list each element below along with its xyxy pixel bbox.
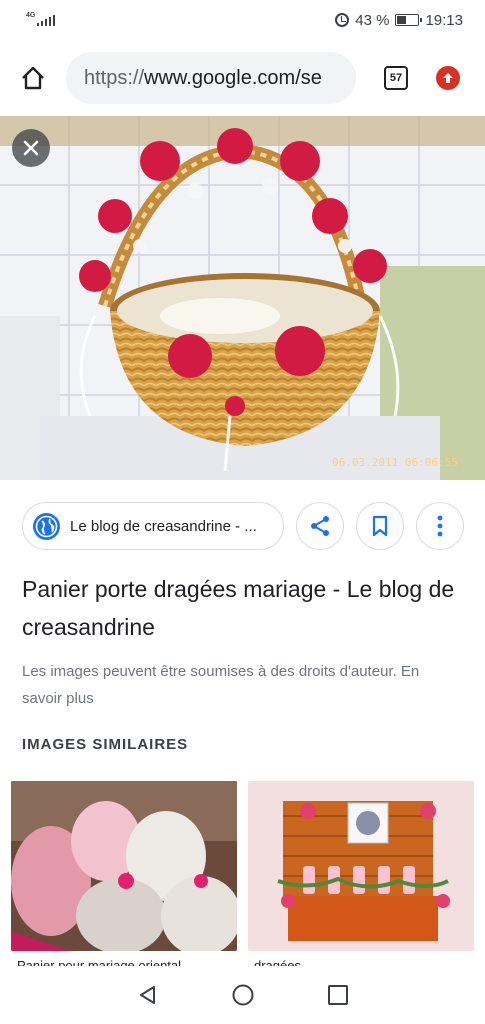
more-vert-icon <box>437 515 443 537</box>
home-nav-button[interactable] <box>229 981 257 1009</box>
back-triangle-icon <box>139 986 155 1004</box>
battery-percent: 43 % <box>355 11 390 29</box>
circle-icon <box>232 984 253 1006</box>
url-field[interactable]: https://www.google.com/se <box>66 52 356 104</box>
image-date-stamp: 06.03.2011 06:06:55 <box>332 456 458 469</box>
tab-switcher-button[interactable]: 57 <box>384 66 408 90</box>
url-scheme: https:// <box>84 66 145 89</box>
similar-caption-1[interactable]: Panier pour mariage oriental <box>17 958 227 966</box>
similar-photo-1 <box>11 781 237 951</box>
system-nav-bar <box>0 966 485 1024</box>
similar-photo-2 <box>248 781 474 951</box>
basket-photo: 06.03.2011 06:06:55 <box>0 116 485 480</box>
network-type: 4G <box>26 11 36 19</box>
more-options-button[interactable] <box>416 502 464 550</box>
alarm-icon <box>335 13 350 27</box>
square-icon <box>327 985 348 1005</box>
bookmark-icon <box>372 515 388 537</box>
tab-count: 57 <box>389 72 403 84</box>
clock: 19:13 <box>425 11 463 29</box>
similar-image-1[interactable] <box>11 781 237 951</box>
browser-toolbar: https://www.google.com/se 57 <box>0 40 485 116</box>
home-button[interactable] <box>18 63 48 93</box>
globe-icon <box>33 512 60 540</box>
close-icon <box>23 140 39 156</box>
save-button[interactable] <box>356 502 404 550</box>
arrow-up-icon <box>443 73 453 83</box>
signal-icon <box>37 14 56 26</box>
copyright-notice[interactable]: Les images peuvent être soumises à des d… <box>22 658 462 712</box>
share-button[interactable] <box>296 502 344 550</box>
similar-caption-2[interactable]: dragées <box>254 958 454 966</box>
similar-image-2[interactable] <box>248 781 474 951</box>
source-row: Le blog de creasandrine - ... <box>22 502 467 550</box>
result-title[interactable]: Panier porte dragées mariage - Le blog d… <box>22 570 462 646</box>
recents-button[interactable] <box>324 981 352 1009</box>
status-bar: 4G 43 % 19:13 <box>0 0 485 40</box>
url-text: www.google.com/se <box>144 66 322 89</box>
signal-area: 4G <box>26 11 56 26</box>
source-label: Le blog de creasandrine - ... <box>70 517 257 535</box>
update-button[interactable] <box>436 66 460 90</box>
similar-images-heading: IMAGES SIMILAIRES <box>22 736 189 753</box>
share-icon <box>311 516 329 536</box>
back-button[interactable] <box>134 981 162 1009</box>
close-button[interactable] <box>12 129 50 167</box>
battery-icon <box>395 14 423 26</box>
source-link[interactable]: Le blog de creasandrine - ... <box>22 502 284 550</box>
home-icon <box>22 66 44 90</box>
preview-image[interactable]: 06.03.2011 06:06:55 <box>0 116 485 480</box>
status-right: 43 % 19:13 <box>335 12 463 29</box>
